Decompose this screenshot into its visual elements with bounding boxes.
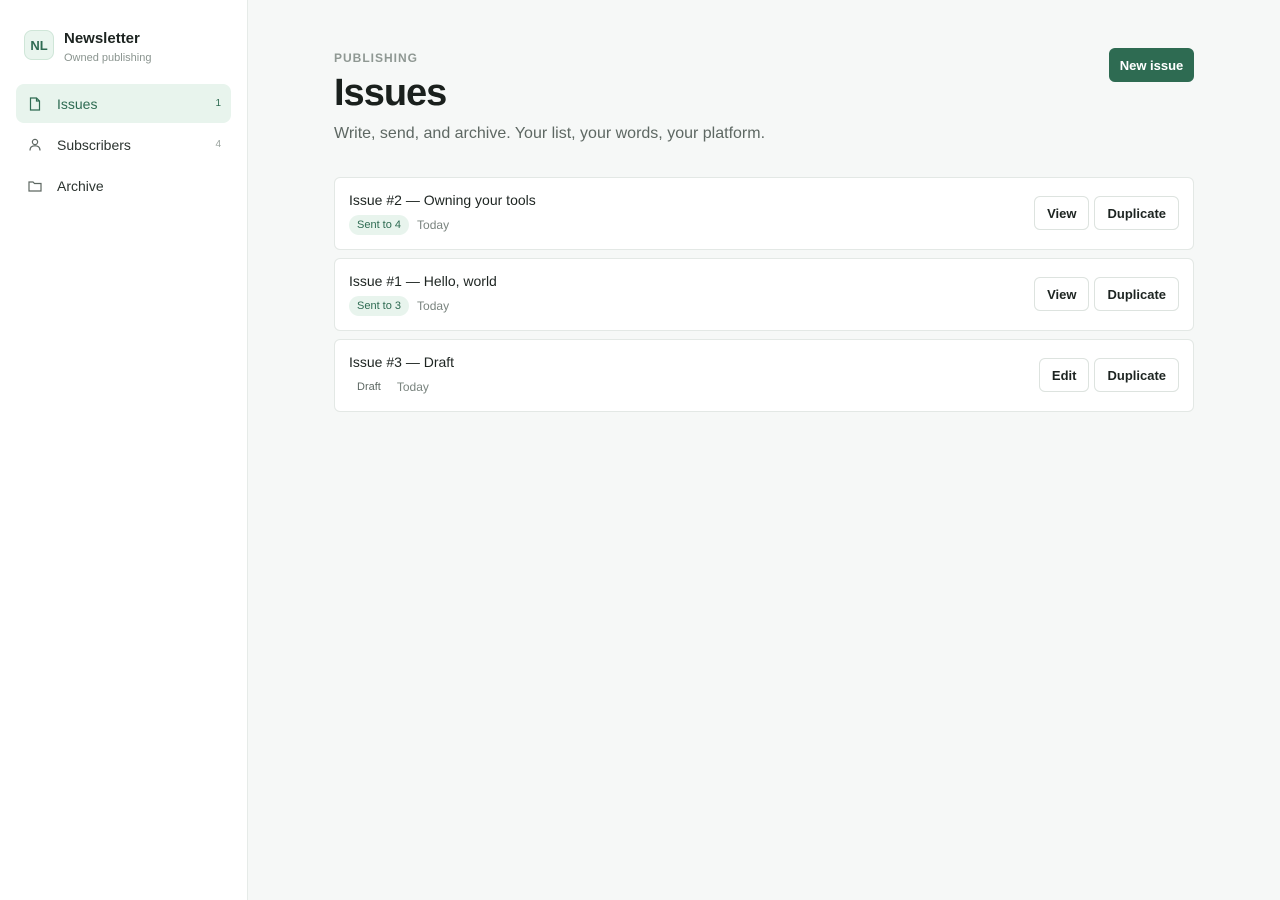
issue-card: Issue #2 — Owning your tools Sent to 4 T… xyxy=(334,177,1194,250)
view-button[interactable]: View xyxy=(1034,196,1090,230)
duplicate-button[interactable]: Duplicate xyxy=(1094,196,1179,230)
edit-button[interactable]: Edit xyxy=(1038,358,1090,392)
issue-date: Today xyxy=(417,218,450,232)
duplicate-button[interactable]: Duplicate xyxy=(1094,358,1179,392)
brand-name: Newsletter xyxy=(64,30,140,47)
section-eyebrow: PUBLISHING xyxy=(334,51,419,65)
sidebar-item-label: Issues xyxy=(57,95,98,112)
issue-date: Today xyxy=(417,299,450,313)
sidebar-item-count: 4 xyxy=(215,139,221,150)
sidebar-item-count: 1 xyxy=(215,98,221,109)
issue-title: Issue #1 — Hello, world xyxy=(349,273,497,289)
document-icon xyxy=(28,96,42,111)
status-badge: Sent to 3 xyxy=(349,296,410,316)
sidebar-item-subscribers[interactable]: Subscribers 4 xyxy=(16,125,231,164)
issue-card: Issue #1 — Hello, world Sent to 3 Today … xyxy=(334,258,1194,331)
page-subtitle: Write, send, and archive. Your list, you… xyxy=(334,125,766,142)
issue-card: Issue #3 — Draft Draft Today Edit Duplic… xyxy=(334,339,1194,412)
issue-date: Today xyxy=(396,380,429,394)
sidebar-nav: Issues 1 Subscribers 4 Archive xyxy=(16,84,231,207)
page-title: Issues xyxy=(334,72,447,114)
person-icon xyxy=(28,138,42,152)
sidebar-item-issues[interactable]: Issues 1 xyxy=(16,84,231,123)
new-issue-button[interactable]: New issue xyxy=(1109,48,1194,82)
sidebar-item-archive[interactable]: Archive xyxy=(16,166,231,205)
brand-logo: NL xyxy=(24,30,54,60)
brand-subtitle: Owned publishing xyxy=(64,52,152,64)
folder-icon xyxy=(28,179,42,193)
status-badge: Draft xyxy=(357,381,381,393)
issue-title: Issue #3 — Draft xyxy=(349,354,455,370)
brand: NL Newsletter Owned publishing xyxy=(24,30,151,65)
sidebar-item-label: Subscribers xyxy=(57,136,131,153)
view-button[interactable]: View xyxy=(1034,277,1090,311)
sidebar-item-label: Archive xyxy=(57,177,104,194)
sidebar: NL Newsletter Owned publishing Issues 1 xyxy=(0,0,248,900)
issue-title: Issue #2 — Owning your tools xyxy=(349,192,536,208)
duplicate-button[interactable]: Duplicate xyxy=(1094,277,1179,311)
issue-list: Issue #2 — Owning your tools Sent to 4 T… xyxy=(334,177,1194,420)
status-badge: Sent to 4 xyxy=(349,215,410,235)
